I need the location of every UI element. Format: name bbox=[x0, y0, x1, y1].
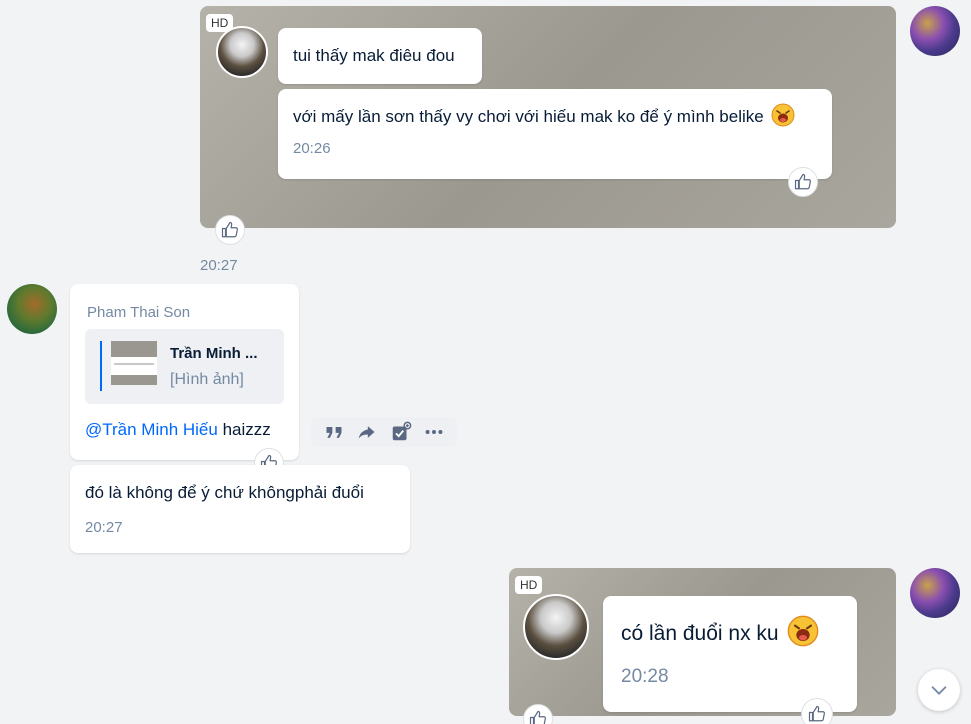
quoted-message[interactable]: Trần Minh ... [Hình ảnh] bbox=[85, 329, 284, 404]
like-button[interactable] bbox=[215, 215, 245, 245]
mention-link[interactable]: @Trần Minh Hiếu bbox=[85, 420, 218, 439]
quote-bar bbox=[100, 341, 102, 391]
todo-button[interactable] bbox=[388, 419, 414, 445]
forward-button[interactable] bbox=[355, 419, 381, 445]
like-icon bbox=[794, 173, 811, 190]
laughing-emoji-icon bbox=[787, 615, 819, 647]
sender-avatar[interactable] bbox=[7, 284, 57, 334]
like-icon bbox=[808, 705, 825, 722]
quote-icon bbox=[326, 427, 342, 438]
message-bubble[interactable]: tui thấy mak điêu đou bbox=[278, 28, 482, 84]
forwarded-photo-card[interactable]: HD có lần đuổi nx ku 20:28 bbox=[509, 568, 896, 724]
message-text: @Trần Minh Hiếu haizzz bbox=[85, 419, 271, 441]
hd-badge: HD bbox=[515, 576, 543, 594]
chevron-down-icon bbox=[931, 686, 947, 695]
quote-author: Trần Minh ... bbox=[170, 345, 258, 362]
message-text: tui thấy mak điêu đou bbox=[293, 46, 455, 65]
message-text: với mấy lần sơn thấy vy chơi với hiếu ma… bbox=[293, 107, 764, 126]
quote-button[interactable] bbox=[321, 419, 347, 445]
like-icon bbox=[221, 221, 238, 238]
quote-type: [Hình ảnh] bbox=[170, 371, 244, 388]
my-avatar[interactable] bbox=[910, 568, 960, 618]
my-avatar[interactable] bbox=[910, 6, 960, 56]
message-bubble[interactable]: có lần đuổi nx ku 20:28 bbox=[603, 596, 857, 724]
quote-thumbnail bbox=[111, 341, 157, 385]
like-icon bbox=[529, 710, 546, 724]
more-icon bbox=[425, 429, 443, 435]
scroll-to-bottom-button[interactable] bbox=[918, 669, 960, 711]
message-text-rest: haizzz bbox=[217, 420, 271, 439]
sender-name: Pham Thai Son bbox=[87, 304, 191, 321]
like-button[interactable] bbox=[801, 698, 833, 724]
message-time: 20:26 bbox=[293, 140, 331, 157]
todo-icon bbox=[392, 421, 412, 441]
like-button[interactable] bbox=[788, 167, 818, 197]
message-time: 20:27 bbox=[200, 257, 238, 274]
like-button[interactable] bbox=[523, 704, 553, 724]
group-avatar bbox=[523, 594, 589, 660]
message-bubble[interactable]: Pham Thai Son Trần Minh ... [Hình ảnh] @… bbox=[70, 284, 299, 478]
message-text: đó là không để ý chứ khôngphải đuổi bbox=[85, 483, 364, 502]
group-avatar bbox=[216, 26, 268, 78]
forward-icon bbox=[358, 426, 375, 439]
more-button[interactable] bbox=[422, 419, 448, 445]
message-time: 20:28 bbox=[621, 666, 669, 687]
message-bubble[interactable]: với mấy lần sơn thấy vy chơi với hiếu ma… bbox=[278, 89, 832, 197]
message-text: có lần đuổi nx ku bbox=[621, 622, 779, 645]
message-bubble[interactable]: đó là không để ý chứ khôngphải đuổi 20:2… bbox=[70, 465, 410, 553]
message-actions-toolbar bbox=[311, 417, 457, 447]
forwarded-photo-card[interactable]: HD tui thấy mak điêu đou với mấy lần sơn… bbox=[200, 6, 896, 245]
message-time: 20:27 bbox=[85, 519, 123, 536]
laughing-emoji-icon bbox=[771, 103, 795, 127]
